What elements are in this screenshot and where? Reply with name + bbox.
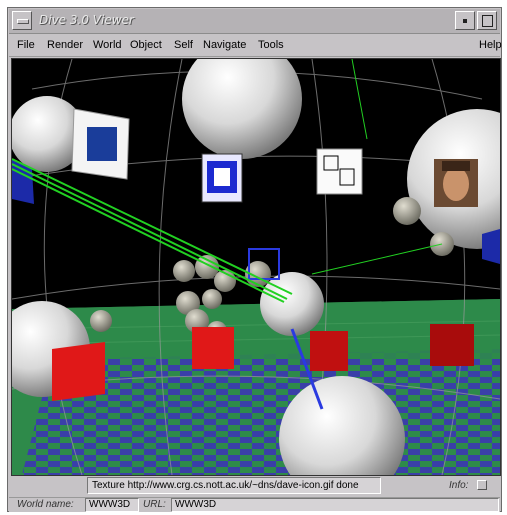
menu-bar: File Render World Object Self Navigate T… xyxy=(9,34,502,57)
menu-file[interactable]: File xyxy=(17,39,35,51)
menu-object[interactable]: Object xyxy=(130,39,162,51)
menu-help[interactable]: Help xyxy=(479,39,502,51)
avatar-photo[interactable] xyxy=(434,159,478,207)
maximize-button[interactable] xyxy=(477,11,497,30)
menu-tools[interactable]: Tools xyxy=(258,39,284,51)
info-label: Info: xyxy=(449,480,469,491)
nottingham-crest-sign[interactable] xyxy=(71,108,130,180)
menu-navigate[interactable]: Navigate xyxy=(203,39,246,51)
dive-viewer-window: Dive 3.0 Viewer File Render World Object… xyxy=(7,7,502,512)
url-field[interactable]: WWW3D xyxy=(171,498,499,512)
minimize-button[interactable] xyxy=(455,11,475,30)
url-label: URL: xyxy=(143,499,166,510)
3d-viewport[interactable] xyxy=(11,58,501,476)
menu-world[interactable]: World xyxy=(93,39,122,51)
menu-render[interactable]: Render xyxy=(47,39,83,51)
status-bar: Texture http://www.crg.cs.nott.ac.uk/~dn… xyxy=(9,476,500,496)
crg-logo-sign[interactable] xyxy=(201,153,243,203)
status-message: Texture http://www.crg.cs.nott.ac.uk/~dn… xyxy=(87,477,381,494)
window-title: Dive 3.0 Viewer xyxy=(39,13,134,27)
title-bar[interactable]: Dive 3.0 Viewer xyxy=(9,9,500,34)
world-url-bar: World name: WWW3D URL: WWW3D xyxy=(9,497,500,512)
world-name-field[interactable]: WWW3D xyxy=(85,498,139,512)
window-menu-button[interactable] xyxy=(12,11,32,30)
world-name-label: World name: xyxy=(17,499,74,510)
floorplan-sign[interactable] xyxy=(316,148,363,195)
menu-self[interactable]: Self xyxy=(174,39,193,51)
sphere-center[interactable] xyxy=(260,272,324,336)
3d-scene xyxy=(12,59,500,475)
info-toggle[interactable] xyxy=(477,480,487,490)
